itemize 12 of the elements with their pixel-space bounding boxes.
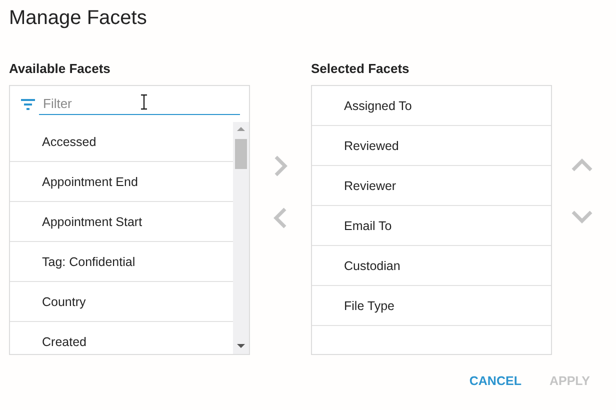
list-item[interactable]: Reviewed bbox=[312, 126, 551, 166]
list-item[interactable]: Assigned To bbox=[312, 86, 551, 126]
column-heading: Selected Facets bbox=[311, 60, 410, 78]
list-item[interactable]: Reviewer bbox=[312, 166, 551, 206]
text-cursor-icon bbox=[140, 94, 148, 110]
filter-icon bbox=[21, 98, 35, 110]
list-item[interactable]: Custodian bbox=[312, 246, 551, 286]
list-item[interactable]: Email To bbox=[312, 206, 551, 246]
list-item[interactable]: File Type bbox=[312, 286, 551, 326]
dialog-title: Manage Facets bbox=[8, 6, 148, 30]
column-heading: Available Facets bbox=[9, 60, 112, 78]
filter-field[interactable]: Filter bbox=[39, 93, 240, 115]
